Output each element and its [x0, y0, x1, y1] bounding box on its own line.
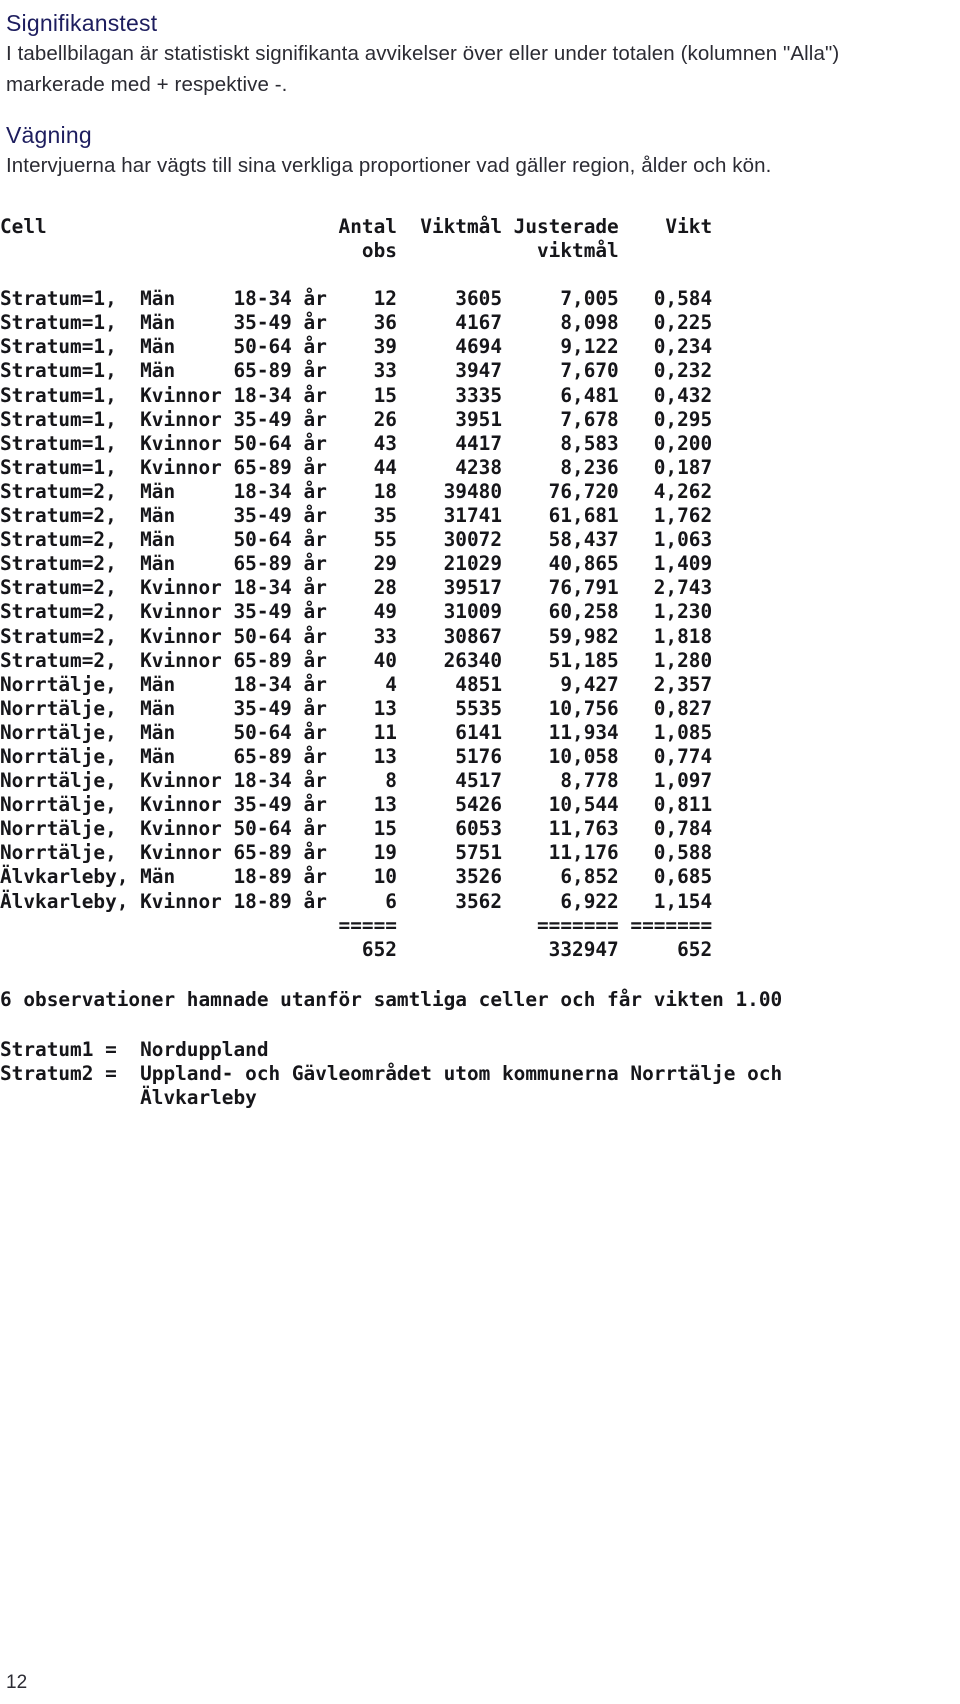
table-body: Stratum=1, Män 18-34 år 12 3605 7,005 0,… [0, 287, 713, 913]
document-page: Signifikanstest I tabellbilagan är stati… [0, 0, 960, 1704]
prose-section: Signifikanstest I tabellbilagan är stati… [0, 0, 960, 181]
section-heading-significance: Signifikanstest [6, 10, 158, 36]
table-header: Cell Antal Viktmål Justerade Vikt obs vi… [0, 215, 713, 263]
paragraph-weighting: Intervjuerna har vägts till sina verklig… [6, 154, 772, 177]
table-totals: ===== ======= ======= 652 332947 652 [338, 913, 713, 961]
section-heading-weighting: Vägning [6, 122, 92, 148]
paragraph-significance: I tabellbilagan är statistiskt signifika… [6, 42, 840, 96]
table-note: 6 observationer hamnade utanför samtliga… [0, 987, 783, 1011]
page-number: 12 [6, 1672, 28, 1693]
stratum-definitions: Stratum1 = Norduppland Stratum2 = Upplan… [0, 1037, 783, 1110]
